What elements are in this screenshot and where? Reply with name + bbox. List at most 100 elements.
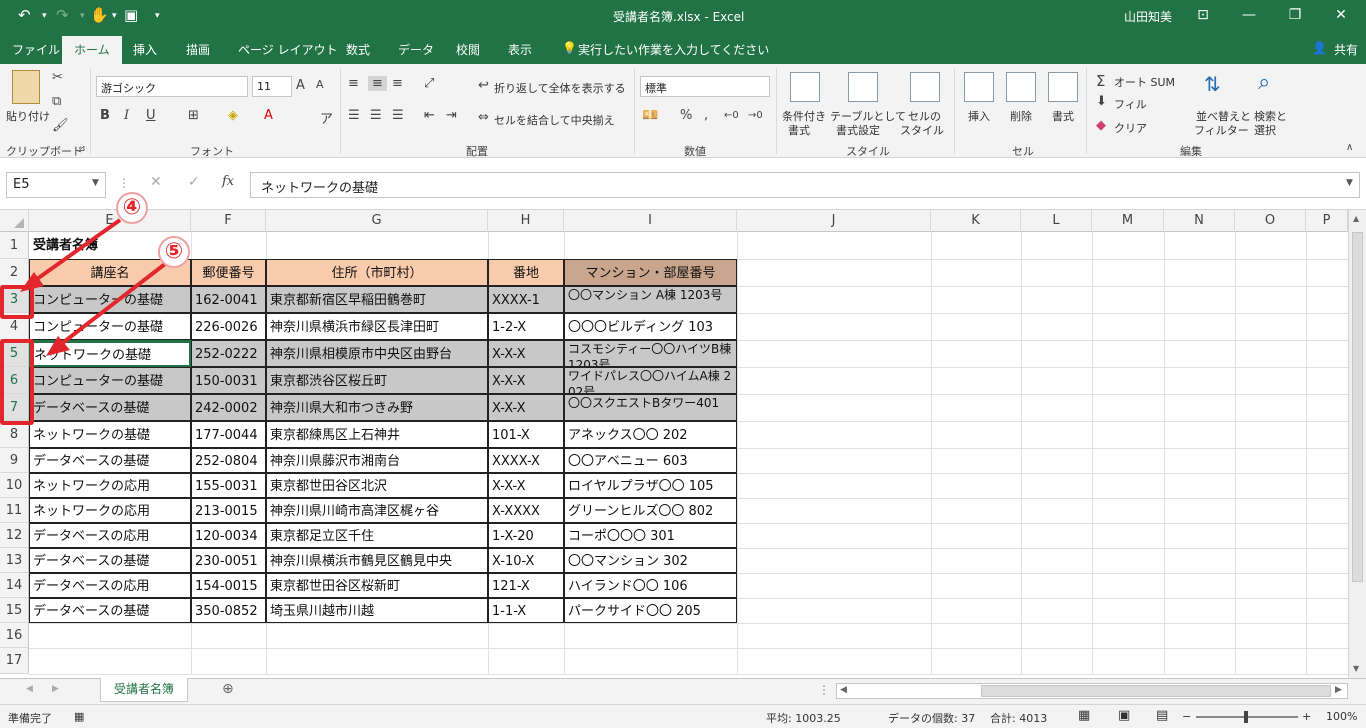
table-cell-building[interactable]: コーポ〇〇〇 301 bbox=[564, 523, 737, 548]
table-cell-course[interactable]: データベースの応用 bbox=[29, 573, 191, 598]
percent-style-button[interactable]: % bbox=[680, 108, 692, 123]
format-cells-icon[interactable] bbox=[1048, 72, 1078, 102]
share-button[interactable]: 共有 bbox=[1334, 41, 1358, 58]
italic-button[interactable]: I bbox=[124, 108, 129, 123]
prev-sheet-icon[interactable]: ◀ bbox=[26, 684, 33, 694]
header-cell-number[interactable]: 番地 bbox=[488, 259, 564, 286]
table-cell-postal[interactable]: 154-0015 bbox=[191, 573, 266, 598]
tell-me-input[interactable]: 実行したい作業を入力してください bbox=[578, 41, 769, 58]
row-header-8[interactable]: 8 bbox=[0, 421, 29, 448]
row-header-12[interactable]: 12 bbox=[0, 523, 29, 548]
table-cell-course[interactable]: ネットワークの応用 bbox=[29, 473, 191, 498]
column-header-n[interactable]: N bbox=[1164, 210, 1235, 232]
page-break-view-icon[interactable]: ▤ bbox=[1156, 708, 1168, 723]
status-sum[interactable]: 合計: 4013 bbox=[990, 710, 1047, 726]
row-header-13[interactable]: 13 bbox=[0, 548, 29, 573]
wrap-text-icon[interactable]: ↩ bbox=[478, 78, 489, 93]
table-cell-building[interactable]: コスモシティー〇〇ハイツB棟 1203号 bbox=[564, 340, 737, 367]
zoom-out-icon[interactable]: − bbox=[1182, 710, 1191, 723]
scroll-down-icon[interactable]: ▼ bbox=[1353, 664, 1359, 673]
table-cell-building[interactable]: 〇〇アベニュー 603 bbox=[564, 448, 737, 473]
share-icon[interactable]: 👤 bbox=[1312, 41, 1327, 55]
delete-cells-button[interactable]: 削除 bbox=[1010, 108, 1032, 124]
scroll-right-icon[interactable]: ▶ bbox=[1335, 685, 1342, 695]
tab-home[interactable]: ホーム bbox=[62, 36, 122, 64]
increase-indent-icon[interactable]: ⇥ bbox=[446, 108, 457, 123]
tab-page-layout[interactable]: ページ レイアウト bbox=[238, 41, 338, 58]
scroll-thumb-vertical[interactable] bbox=[1352, 232, 1363, 582]
add-sheet-icon[interactable]: ⊕ bbox=[222, 681, 234, 697]
column-header-h[interactable]: H bbox=[488, 210, 564, 232]
align-top-icon[interactable]: ≡ bbox=[348, 76, 359, 91]
next-sheet-icon[interactable]: ▶ bbox=[52, 684, 59, 694]
column-header-o[interactable]: O bbox=[1235, 210, 1306, 232]
fill-icon[interactable]: ⬇ bbox=[1096, 94, 1107, 109]
conditional-format-icon[interactable] bbox=[790, 72, 820, 102]
close-icon[interactable]: ✕ bbox=[1318, 4, 1364, 28]
merge-center-button[interactable]: セルを結合して中央揃え bbox=[494, 112, 615, 128]
format-as-table-icon[interactable] bbox=[848, 72, 878, 102]
table-cell-number[interactable]: 1-2-X bbox=[488, 313, 564, 340]
table-cell-number[interactable]: X-X-X bbox=[488, 394, 564, 421]
table-cell-address[interactable]: 東京都練馬区上石神井 bbox=[266, 421, 488, 448]
tab-draw[interactable]: 描画 bbox=[186, 41, 210, 58]
tab-view[interactable]: 表示 bbox=[508, 41, 532, 58]
format-as-table-line2[interactable]: 書式設定 bbox=[836, 122, 880, 138]
table-cell-address[interactable]: 神奈川県相模原市中央区由野台 bbox=[266, 340, 488, 367]
table-cell-address[interactable]: 埼玉県川越市川越 bbox=[266, 598, 488, 623]
merge-icon[interactable]: ⇔ bbox=[478, 110, 489, 125]
tab-insert[interactable]: 挿入 bbox=[133, 41, 157, 58]
table-cell-number[interactable]: XXXX-1 bbox=[488, 286, 564, 313]
borders-icon[interactable]: ⊞ bbox=[188, 108, 199, 123]
ribbon-display-icon[interactable]: ⊡ bbox=[1180, 4, 1226, 28]
table-cell-building[interactable]: ワイドパレス〇〇ハイムA棟 202号 bbox=[564, 367, 737, 394]
sort-filter-line2[interactable]: フィルター bbox=[1194, 122, 1249, 138]
table-cell-number[interactable]: X-X-X bbox=[488, 340, 564, 367]
table-cell-course[interactable]: ネットワークの基礎 bbox=[29, 421, 191, 448]
paste-icon[interactable] bbox=[12, 70, 40, 104]
restore-icon[interactable]: ❐ bbox=[1272, 4, 1318, 28]
status-average[interactable]: 平均: 1003.25 bbox=[766, 710, 841, 726]
table-cell-number[interactable]: 1-X-20 bbox=[488, 523, 564, 548]
decrease-indent-icon[interactable]: ⇤ bbox=[424, 108, 435, 123]
table-cell-number[interactable]: 101-X bbox=[488, 421, 564, 448]
bold-button[interactable]: B bbox=[100, 108, 110, 123]
table-cell-building[interactable]: 〇〇マンション A棟 1203号 bbox=[564, 286, 737, 313]
sort-filter-icon[interactable]: ⇅ bbox=[1204, 72, 1221, 96]
table-cell-address[interactable]: 神奈川県大和市つきみ野 bbox=[266, 394, 488, 421]
touch-mode-icon[interactable]: ✋ bbox=[90, 6, 109, 24]
horizontal-scrollbar[interactable]: ◀ ▶ bbox=[836, 683, 1348, 699]
table-cell-address[interactable]: 神奈川県横浜市鶴見区鶴見中央 bbox=[266, 548, 488, 573]
page-layout-view-icon[interactable]: ▣ bbox=[1118, 708, 1130, 723]
macro-record-icon[interactable]: ▦ bbox=[74, 710, 84, 723]
insert-cells-button[interactable]: 挿入 bbox=[968, 108, 990, 124]
font-name-select[interactable]: 游ゴシック bbox=[96, 76, 248, 97]
table-cell-building[interactable]: グリーンヒルズ〇〇 802 bbox=[564, 498, 737, 523]
comma-style-button[interactable]: , bbox=[704, 108, 708, 123]
table-cell-building[interactable]: 〇〇〇ビルディング 103 bbox=[564, 313, 737, 340]
find-select-line2[interactable]: 選択 bbox=[1254, 122, 1276, 138]
clipboard-launcher-icon[interactable]: ⊿ bbox=[78, 144, 86, 154]
table-cell-number[interactable]: 121-X bbox=[488, 573, 564, 598]
cut-icon[interactable]: ✂ bbox=[52, 70, 63, 85]
scroll-up-icon[interactable]: ▲ bbox=[1353, 214, 1359, 223]
zoom-level[interactable]: 100% bbox=[1326, 710, 1357, 723]
font-color-icon[interactable]: A bbox=[264, 108, 273, 123]
table-cell-number[interactable]: X-10-X bbox=[488, 548, 564, 573]
table-cell-address[interactable]: 神奈川県川崎市高津区梶ヶ谷 bbox=[266, 498, 488, 523]
table-cell-postal[interactable]: 155-0031 bbox=[191, 473, 266, 498]
row-header-11[interactable]: 11 bbox=[0, 498, 29, 523]
column-header-p[interactable]: P bbox=[1306, 210, 1348, 232]
table-cell-postal[interactable]: 242-0002 bbox=[191, 394, 266, 421]
save-icon[interactable]: ▣ bbox=[124, 6, 138, 24]
status-count[interactable]: データの個数: 37 bbox=[888, 710, 975, 726]
table-cell-number[interactable]: X-X-X bbox=[488, 367, 564, 394]
scroll-left-icon[interactable]: ◀ bbox=[840, 685, 847, 695]
undo-dropdown-icon[interactable]: ▾ bbox=[42, 11, 47, 21]
table-cell-course[interactable]: データベースの基礎 bbox=[29, 598, 191, 623]
column-header-g[interactable]: G bbox=[266, 210, 488, 232]
format-cells-button[interactable]: 書式 bbox=[1052, 108, 1074, 124]
table-cell-postal[interactable]: 177-0044 bbox=[191, 421, 266, 448]
formula-input[interactable]: ネットワークの基礎 bbox=[250, 172, 1360, 198]
clear-icon[interactable]: ◆ bbox=[1096, 118, 1106, 133]
